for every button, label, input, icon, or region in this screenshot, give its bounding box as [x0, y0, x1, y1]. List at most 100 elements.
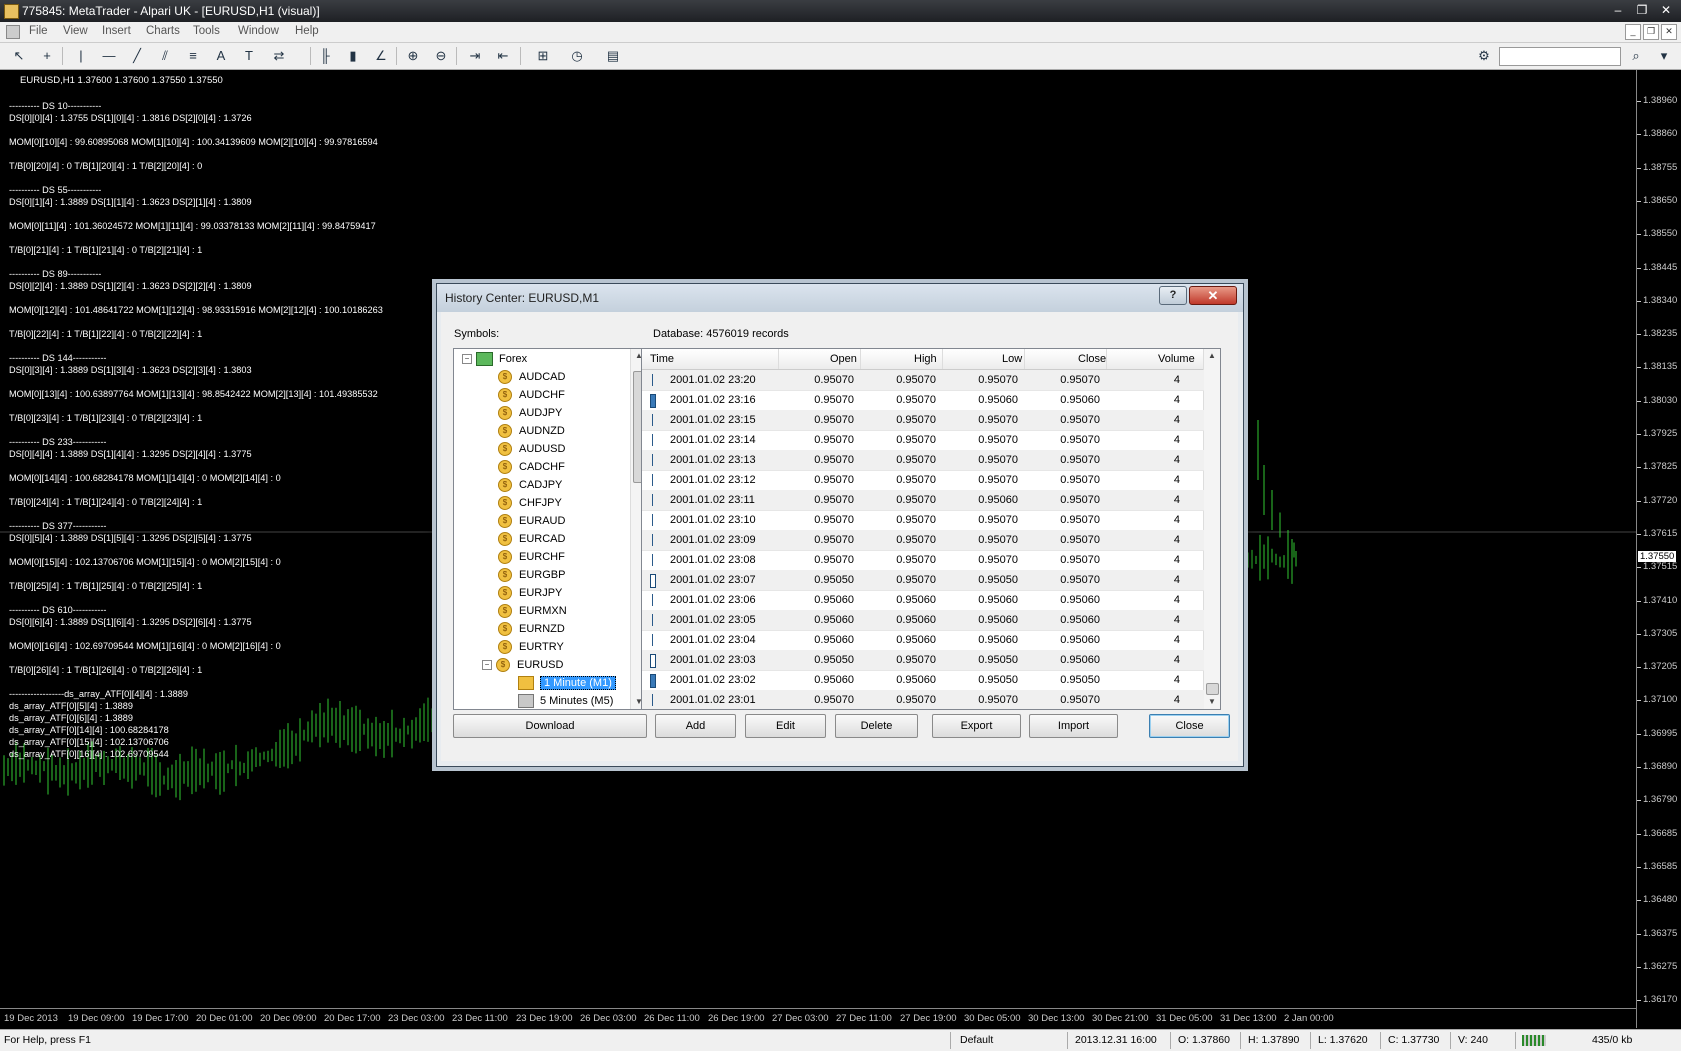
tree-item-symbol[interactable]: $ EURTRY: [498, 638, 564, 656]
table-row[interactable]: 2001.01.02 23:06 0.95060 0.95060 0.95060 0.9…: [642, 590, 1204, 611]
column-open[interactable]: Open: [830, 353, 857, 365]
table-row[interactable]: 2001.01.02 23:09 0.95070 0.95070 0.95070 0.9…: [642, 530, 1204, 551]
search-icon[interactable]: ⌕: [1627, 47, 1645, 65]
table-row[interactable]: 2001.01.02 23:01 0.95070 0.95070 0.95070 0.9…: [642, 690, 1204, 709]
export-button[interactable]: Export: [932, 714, 1021, 738]
cursor-icon[interactable]: ↖: [10, 47, 28, 65]
menu-window[interactable]: Window: [238, 25, 279, 37]
zoom-out-icon[interactable]: ⊖: [432, 47, 450, 65]
chart-window-icon[interactable]: [6, 25, 20, 39]
tree-item-symbol[interactable]: $ EURCAD: [498, 530, 565, 548]
column-time[interactable]: Time: [650, 353, 674, 365]
collapse-icon[interactable]: −: [462, 354, 472, 365]
channel-icon[interactable]: ⫽: [156, 47, 174, 65]
close-icon[interactable]: ✕: [1655, 2, 1677, 18]
table-row[interactable]: 2001.01.02 23:07 0.95050 0.95070 0.95050 0.9…: [642, 570, 1204, 591]
tree-item-symbol[interactable]: $ AUDCHF: [498, 386, 565, 404]
candlestick-icon[interactable]: ▮: [344, 47, 362, 65]
menu-view[interactable]: View: [63, 25, 88, 37]
menu-file[interactable]: File: [29, 25, 48, 37]
scroll-up-icon[interactable]: ▲: [1204, 349, 1220, 363]
scroll-down-icon[interactable]: ▼: [1204, 695, 1220, 709]
table-row[interactable]: 2001.01.02 23:08 0.95070 0.95070 0.95070 0.9…: [642, 550, 1204, 571]
tree-item-symbol[interactable]: $ EURCHF: [498, 548, 565, 566]
history-table[interactable]: Time Open High Low Close Volume ▲ ▼ 2001…: [641, 348, 1221, 710]
table-row[interactable]: 2001.01.02 23:16 0.95070 0.95070 0.95060 0.9…: [642, 390, 1204, 411]
mdi-minimize-icon[interactable]: _: [1625, 24, 1641, 40]
collapse-icon[interactable]: −: [482, 660, 492, 671]
crosshair-icon[interactable]: +: [38, 47, 56, 65]
table-row[interactable]: 2001.01.02 23:20 0.95070 0.95070 0.95070 0.9…: [642, 370, 1204, 391]
templates-icon[interactable]: ▤: [604, 47, 622, 65]
table-row[interactable]: 2001.01.02 23:04 0.95060 0.95060 0.95060 0.9…: [642, 630, 1204, 651]
tree-item-forex[interactable]: − Forex: [462, 350, 527, 368]
close-button[interactable]: Close: [1149, 714, 1230, 738]
maximize-icon[interactable]: ❐: [1631, 2, 1653, 18]
menu-help[interactable]: Help: [295, 25, 319, 37]
menu-charts[interactable]: Charts: [146, 25, 180, 37]
indicators-icon[interactable]: ⊞: [534, 47, 552, 65]
text-label-icon[interactable]: T: [240, 47, 258, 65]
table-row[interactable]: 2001.01.02 23:10 0.95070 0.95070 0.95070 0.9…: [642, 510, 1204, 531]
tree-item-symbol[interactable]: $ EURGBP: [498, 566, 565, 584]
edit-button[interactable]: Edit: [745, 714, 826, 738]
table-scroll-thumb[interactable]: [1206, 683, 1219, 695]
download-button[interactable]: Download: [453, 714, 647, 738]
fibonacci-icon[interactable]: ≡: [184, 47, 202, 65]
arrows-icon[interactable]: ⇄: [270, 47, 288, 65]
menu-insert[interactable]: Insert: [102, 25, 131, 37]
add-button[interactable]: Add: [655, 714, 736, 738]
mdi-restore-icon[interactable]: ❐: [1643, 24, 1659, 40]
delete-button[interactable]: Delete: [835, 714, 918, 738]
column-close[interactable]: Close: [1078, 353, 1106, 365]
menu-tools[interactable]: Tools: [193, 25, 220, 37]
table-row[interactable]: 2001.01.02 23:05 0.95060 0.95060 0.95060 0.9…: [642, 610, 1204, 631]
status-profile[interactable]: Default: [960, 1034, 993, 1046]
periods-icon[interactable]: ◷: [568, 47, 586, 65]
table-row[interactable]: 2001.01.02 23:15 0.95070 0.95070 0.95070 0.9…: [642, 410, 1204, 431]
tree-item-timeframe[interactable]: 5 Minutes (M5): [518, 692, 613, 709]
tree-item-timeframe[interactable]: 1 Minute (M1): [518, 674, 616, 692]
tree-item-symbol[interactable]: $ AUDCAD: [498, 368, 565, 386]
settings-gear-icon[interactable]: ⚙: [1475, 47, 1493, 65]
table-row[interactable]: 2001.01.02 23:12 0.95070 0.95070 0.95070 0.9…: [642, 470, 1204, 491]
tree-item-symbol[interactable]: $ CADJPY: [498, 476, 562, 494]
dialog-close-icon[interactable]: ✕: [1189, 286, 1237, 305]
mdi-close-icon[interactable]: ✕: [1661, 24, 1677, 40]
autoscroll-icon[interactable]: ⇥: [466, 47, 484, 65]
table-row[interactable]: 2001.01.02 23:03 0.95050 0.95070 0.95050 0.9…: [642, 650, 1204, 671]
symbols-tree[interactable]: ▲ ▼ − Forex $ AUDCAD $ AUDCHF $ AUDJPY $ AUDNZD $ A…: [453, 348, 648, 710]
horizontal-line-icon[interactable]: —: [100, 47, 118, 65]
line-chart-icon[interactable]: ∠: [372, 47, 390, 65]
dialog-help-button[interactable]: ?: [1159, 286, 1187, 305]
table-row[interactable]: 2001.01.02 23:14 0.95070 0.95070 0.95070 0.9…: [642, 430, 1204, 451]
bar-chart-icon[interactable]: ╟: [316, 47, 334, 65]
tree-item-symbol[interactable]: $ EURAUD: [498, 512, 565, 530]
tree-item-symbol[interactable]: $ CADCHF: [498, 458, 565, 476]
text-icon[interactable]: A: [212, 47, 230, 65]
tree-item-symbol[interactable]: $ AUDUSD: [498, 440, 565, 458]
table-scrollbar[interactable]: ▲ ▼: [1203, 349, 1220, 709]
import-button[interactable]: Import: [1029, 714, 1118, 738]
table-row[interactable]: 2001.01.02 23:11 0.95070 0.95070 0.95060 0.9…: [642, 490, 1204, 511]
toolbar-options-icon[interactable]: ▾: [1655, 47, 1673, 65]
column-volume[interactable]: Volume: [1158, 353, 1195, 365]
tree-item-symbol[interactable]: $ AUDJPY: [498, 404, 562, 422]
tree-item-symbol[interactable]: $ EURJPY: [498, 584, 562, 602]
table-row[interactable]: 2001.01.02 23:02 0.95060 0.95060 0.95050 0.9…: [642, 670, 1204, 691]
tree-item-symbol[interactable]: $ AUDNZD: [498, 422, 565, 440]
trendline-icon[interactable]: ╱: [128, 47, 146, 65]
column-high[interactable]: High: [914, 353, 937, 365]
tree-item-symbol[interactable]: − $ EURUSD: [482, 656, 563, 674]
zoom-in-icon[interactable]: ⊕: [404, 47, 422, 65]
column-low[interactable]: Low: [1002, 353, 1022, 365]
search-input[interactable]: [1499, 47, 1621, 66]
tree-item-symbol[interactable]: $ EURNZD: [498, 620, 565, 638]
tree-item-symbol[interactable]: $ EURMXN: [498, 602, 567, 620]
vertical-line-icon[interactable]: |: [72, 47, 90, 65]
chart-shift-icon[interactable]: ⇤: [494, 47, 512, 65]
table-row[interactable]: 2001.01.02 23:13 0.95070 0.95070 0.95070 0.9…: [642, 450, 1204, 471]
tree-item-symbol[interactable]: $ CHFJPY: [498, 494, 562, 512]
connection-status-icon[interactable]: [1522, 1035, 1546, 1046]
minimize-icon[interactable]: ‒: [1607, 2, 1629, 18]
